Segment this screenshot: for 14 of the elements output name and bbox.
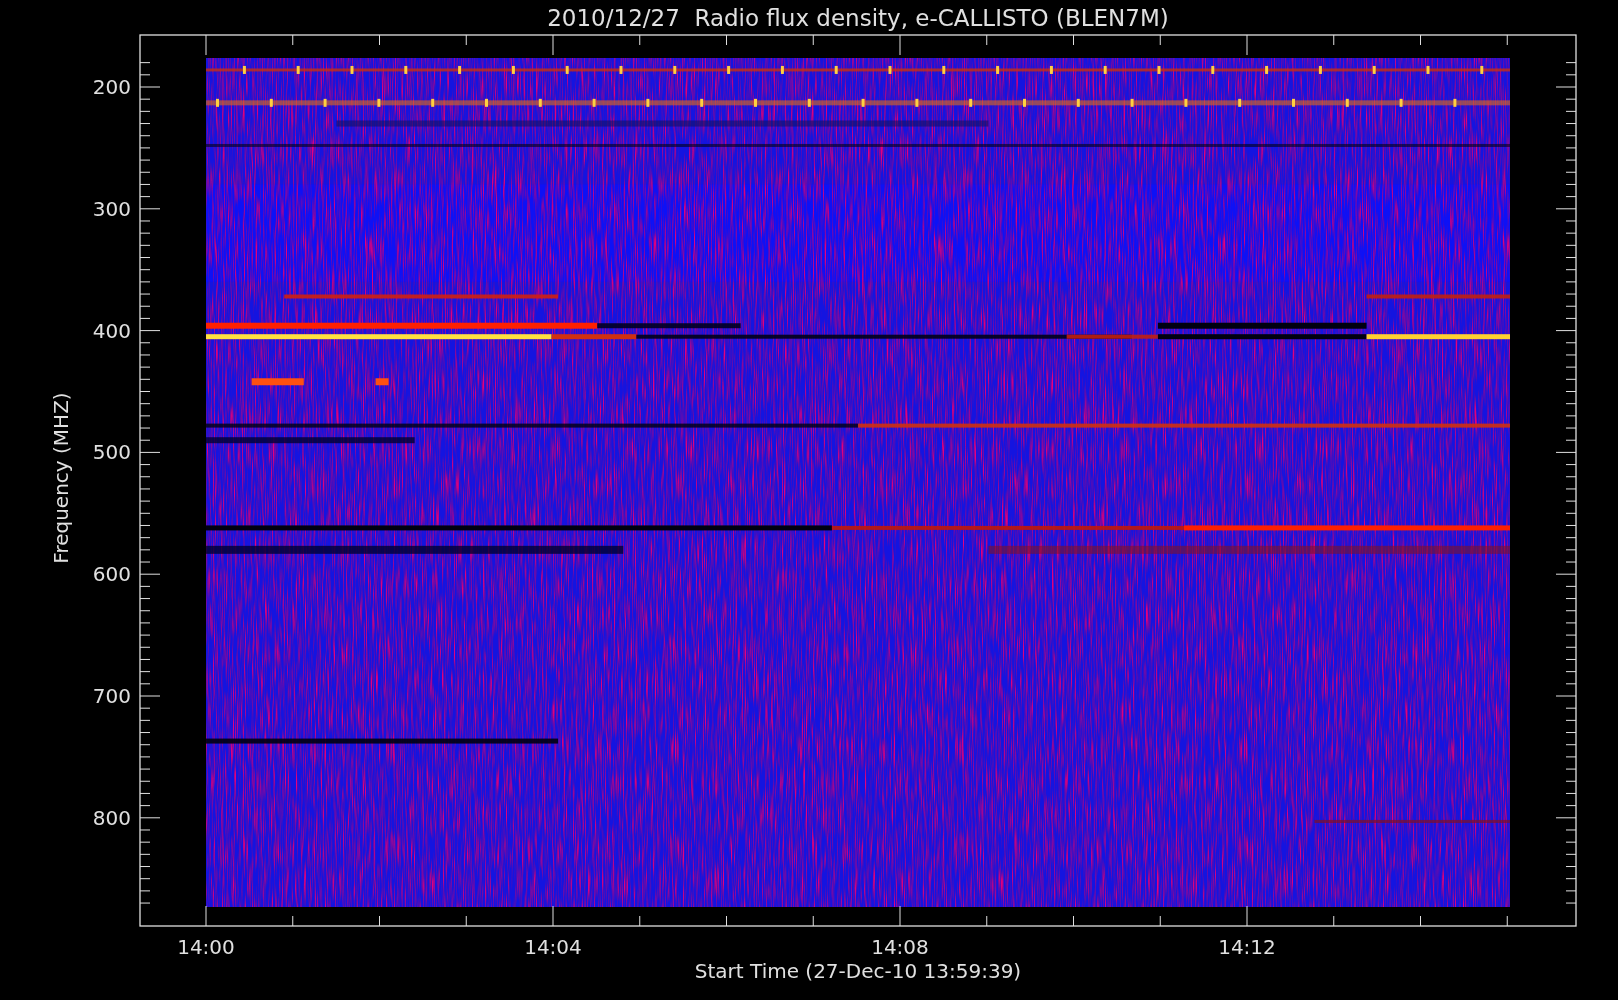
x-tick-label: 14:00 [177, 935, 235, 959]
x-tick-label: 14:04 [524, 935, 582, 959]
x-tick-label: 14:08 [871, 935, 929, 959]
x-tick-label: 14:12 [1218, 935, 1276, 959]
y-tick-label: 500 [92, 440, 131, 465]
x-axis-title: Start Time (27-Dec-10 13:59:39) [694, 959, 1022, 983]
chart-title: 2010/12/27 Radio flux density, e-CALLISTO (BLEN7M) [547, 5, 1169, 31]
y-tick-label: 800 [92, 805, 131, 830]
y-tick-label: 400 [92, 318, 131, 343]
y-tick-label: 300 [92, 196, 131, 221]
y-tick-label: 700 [92, 684, 131, 708]
y-axis-title: Frequency (MHZ) [49, 392, 73, 564]
y-tick-label: 200 [92, 75, 131, 99]
y-tick-label: 600 [92, 562, 131, 587]
